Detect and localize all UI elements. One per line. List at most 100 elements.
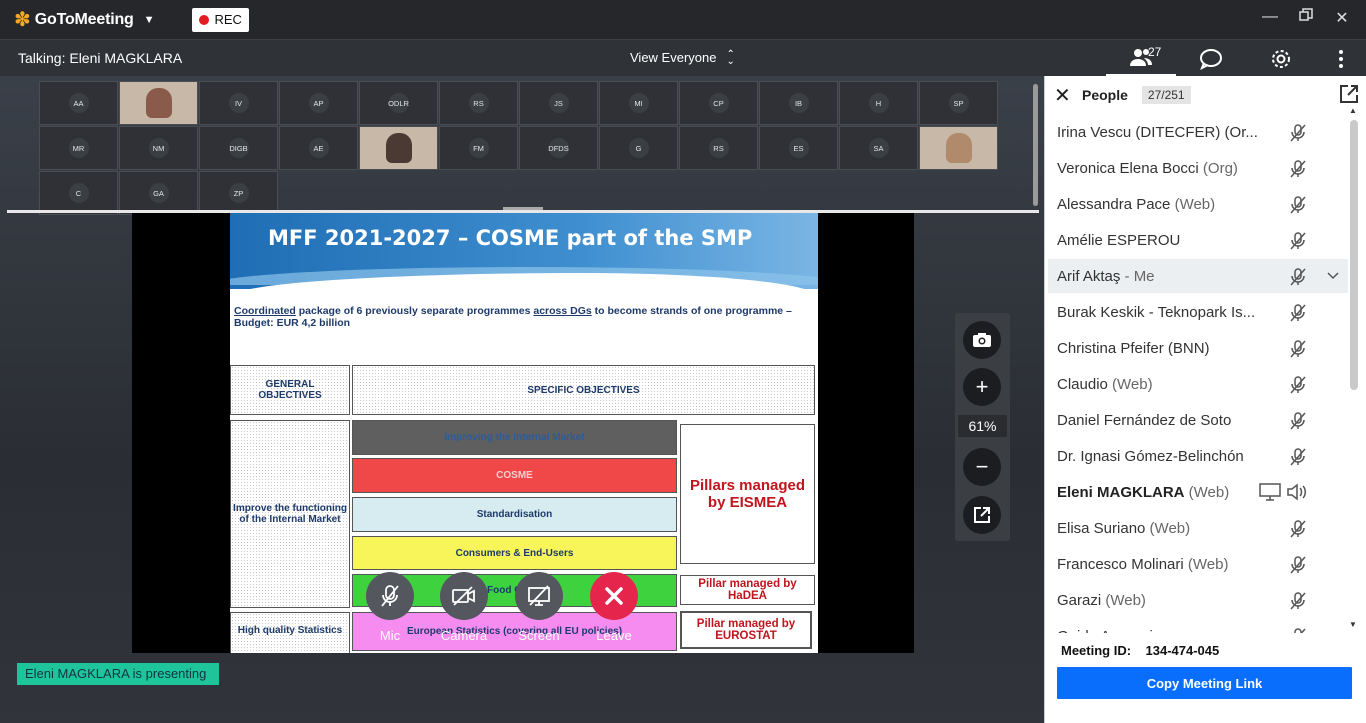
participant-initials: H xyxy=(868,93,889,113)
participant-thumbnail[interactable]: AA xyxy=(39,81,118,125)
participant-thumbnail[interactable]: RS xyxy=(679,126,758,170)
mic-muted-icon[interactable] xyxy=(1288,591,1308,615)
participant-video-thumbnail[interactable] xyxy=(119,81,198,125)
screen-button[interactable] xyxy=(515,572,563,620)
scroll-up-icon[interactable]: ▲ xyxy=(1349,106,1357,115)
participant-name: Garazi xyxy=(1057,591,1102,609)
screen-control[interactable]: Screen xyxy=(509,572,569,643)
participant-thumbnail[interactable]: ODLR xyxy=(359,81,438,125)
people-panel: ✕ People 27/251 Irina Vescu (DITECFER) (… xyxy=(1044,76,1366,723)
participant-row[interactable]: Amélie ESPEROU xyxy=(1048,223,1348,257)
participant-thumbnail[interactable]: JS xyxy=(519,81,598,125)
people-scrollbar[interactable] xyxy=(1350,120,1358,390)
participant-thumbnail[interactable]: DIGB xyxy=(199,126,278,170)
participant-name: Alessandra Pace xyxy=(1057,195,1171,213)
participant-row[interactable]: Daniel Fernández de Soto xyxy=(1048,403,1348,437)
thumbnail-scrollbar[interactable] xyxy=(1033,84,1038,206)
participant-thumbnail[interactable]: NM xyxy=(119,126,198,170)
participant-initials: SP xyxy=(948,93,969,113)
leave-control[interactable]: Leave xyxy=(584,572,644,643)
leave-button[interactable] xyxy=(590,572,638,620)
scroll-down-icon[interactable]: ▼ xyxy=(1349,620,1357,629)
participant-row[interactable]: Burak Keskik - Teknopark Is... xyxy=(1048,295,1348,329)
slide-sub-text: package of 6 previously separate program… xyxy=(295,305,534,317)
participant-thumbnail[interactable]: RS xyxy=(439,81,518,125)
mic-muted-icon[interactable] xyxy=(1288,159,1308,183)
participant-row[interactable]: Claudio (Web) xyxy=(1048,367,1348,401)
participant-thumbnail[interactable]: AE xyxy=(279,126,358,170)
participant-row[interactable]: Garazi (Web) xyxy=(1048,583,1348,617)
chevron-down-icon[interactable] xyxy=(1326,268,1340,286)
participant-thumbnail[interactable]: AP xyxy=(279,81,358,125)
close-icon[interactable]: ✕ xyxy=(1334,8,1350,28)
participant-name: Burak Keskik - Teknopark Is... xyxy=(1057,303,1256,321)
participant-row[interactable]: Veronica Elena Bocci (Org) xyxy=(1048,151,1348,185)
minimize-icon[interactable]: — xyxy=(1262,8,1278,28)
meeting-id-label: Meeting ID: xyxy=(1061,643,1132,658)
mic-muted-icon[interactable] xyxy=(1288,339,1308,363)
mic-muted-icon[interactable] xyxy=(1288,375,1308,399)
participant-thumbnail[interactable]: G xyxy=(599,126,678,170)
mic-muted-icon[interactable] xyxy=(1288,627,1308,633)
mic-muted-icon[interactable] xyxy=(1288,555,1308,579)
chat-tab[interactable] xyxy=(1176,40,1246,77)
mic-muted-icon[interactable] xyxy=(1288,303,1308,327)
participant-thumbnail[interactable]: IV xyxy=(199,81,278,125)
participant-thumbnail[interactable]: DFDS xyxy=(519,126,598,170)
participant-thumbnail[interactable]: GA xyxy=(119,171,198,215)
mic-muted-icon[interactable] xyxy=(1288,447,1308,471)
close-panel-icon[interactable]: ✕ xyxy=(1054,83,1072,108)
camera-control[interactable]: Camera xyxy=(434,572,494,643)
mic-muted-icon[interactable] xyxy=(1288,267,1308,291)
participant-initials: IB xyxy=(788,93,809,113)
participant-thumbnail[interactable]: FM xyxy=(439,126,518,170)
view-mode-selector[interactable]: View Everyone ⌃ ⌄ xyxy=(630,49,735,66)
specific-objectives-header: SPECIFIC OBJECTIVES xyxy=(352,365,815,415)
participant-thumbnail[interactable]: IB xyxy=(759,81,838,125)
mic-control[interactable]: Mic xyxy=(360,572,420,643)
participant-thumbnail[interactable]: ES xyxy=(759,126,838,170)
presenting-badge: Eleni MAGKLARA is presenting xyxy=(17,663,219,685)
mic-button[interactable] xyxy=(366,572,414,620)
people-tab[interactable]: 27 xyxy=(1106,40,1176,77)
participant-thumbnail[interactable]: SA xyxy=(839,126,918,170)
participant-video-thumbnail[interactable] xyxy=(359,126,438,170)
participant-thumbnail[interactable]: MR xyxy=(39,126,118,170)
mic-muted-icon[interactable] xyxy=(1288,411,1308,435)
participant-row[interactable]: Guido Acconcia xyxy=(1048,619,1348,633)
mic-muted-icon[interactable] xyxy=(1288,231,1308,255)
zoom-out-button[interactable]: − xyxy=(963,448,1001,486)
presenting-screen-icon xyxy=(1258,483,1282,505)
participant-row[interactable]: Francesco Molinari (Web) xyxy=(1048,547,1348,581)
participant-thumbnail[interactable]: ZP xyxy=(199,171,278,215)
zoom-in-button[interactable]: + xyxy=(963,368,1001,406)
participant-initials: DFDS xyxy=(548,138,569,158)
restore-icon[interactable] xyxy=(1298,8,1314,28)
mic-muted-icon[interactable] xyxy=(1288,123,1308,147)
participant-row[interactable]: Arif Aktaş - Me xyxy=(1048,259,1348,293)
participant-row[interactable]: Irina Vescu (DITECFER) (Or... xyxy=(1048,115,1348,149)
participant-thumbnail[interactable]: H xyxy=(839,81,918,125)
participant-thumbnail[interactable]: MI xyxy=(599,81,678,125)
app-menu[interactable]: ✽ GoToMeeting ▼ xyxy=(14,10,154,30)
strip-resize-handle[interactable] xyxy=(503,207,543,210)
participant-video-thumbnail[interactable] xyxy=(919,126,998,170)
more-options-button[interactable] xyxy=(1316,40,1366,77)
popout-screen-button[interactable] xyxy=(963,496,1001,534)
mic-muted-icon[interactable] xyxy=(1288,519,1308,543)
screenshot-button[interactable] xyxy=(963,321,1001,359)
copy-meeting-link-button[interactable]: Copy Meeting Link xyxy=(1057,667,1352,699)
participant-thumbnail[interactable]: SP xyxy=(919,81,998,125)
record-button[interactable]: REC xyxy=(192,7,249,32)
mic-muted-icon[interactable] xyxy=(1288,195,1308,219)
camera-button[interactable] xyxy=(440,572,488,620)
participant-row[interactable]: Alessandra Pace (Web) xyxy=(1048,187,1348,221)
participant-row[interactable]: Christina Pfeifer (BNN) xyxy=(1048,331,1348,365)
participant-thumbnail[interactable]: C xyxy=(39,171,118,215)
participant-thumbnail[interactable]: CP xyxy=(679,81,758,125)
participant-row[interactable]: Elisa Suriano (Web) xyxy=(1048,511,1348,545)
settings-tab[interactable] xyxy=(1246,40,1316,77)
participant-row[interactable]: Dr. Ignasi Gómez-Belinchón xyxy=(1048,439,1348,473)
participant-row[interactable]: Eleni MAGKLARA (Web) xyxy=(1048,475,1348,509)
participant-name: Amélie ESPEROU xyxy=(1057,231,1181,249)
